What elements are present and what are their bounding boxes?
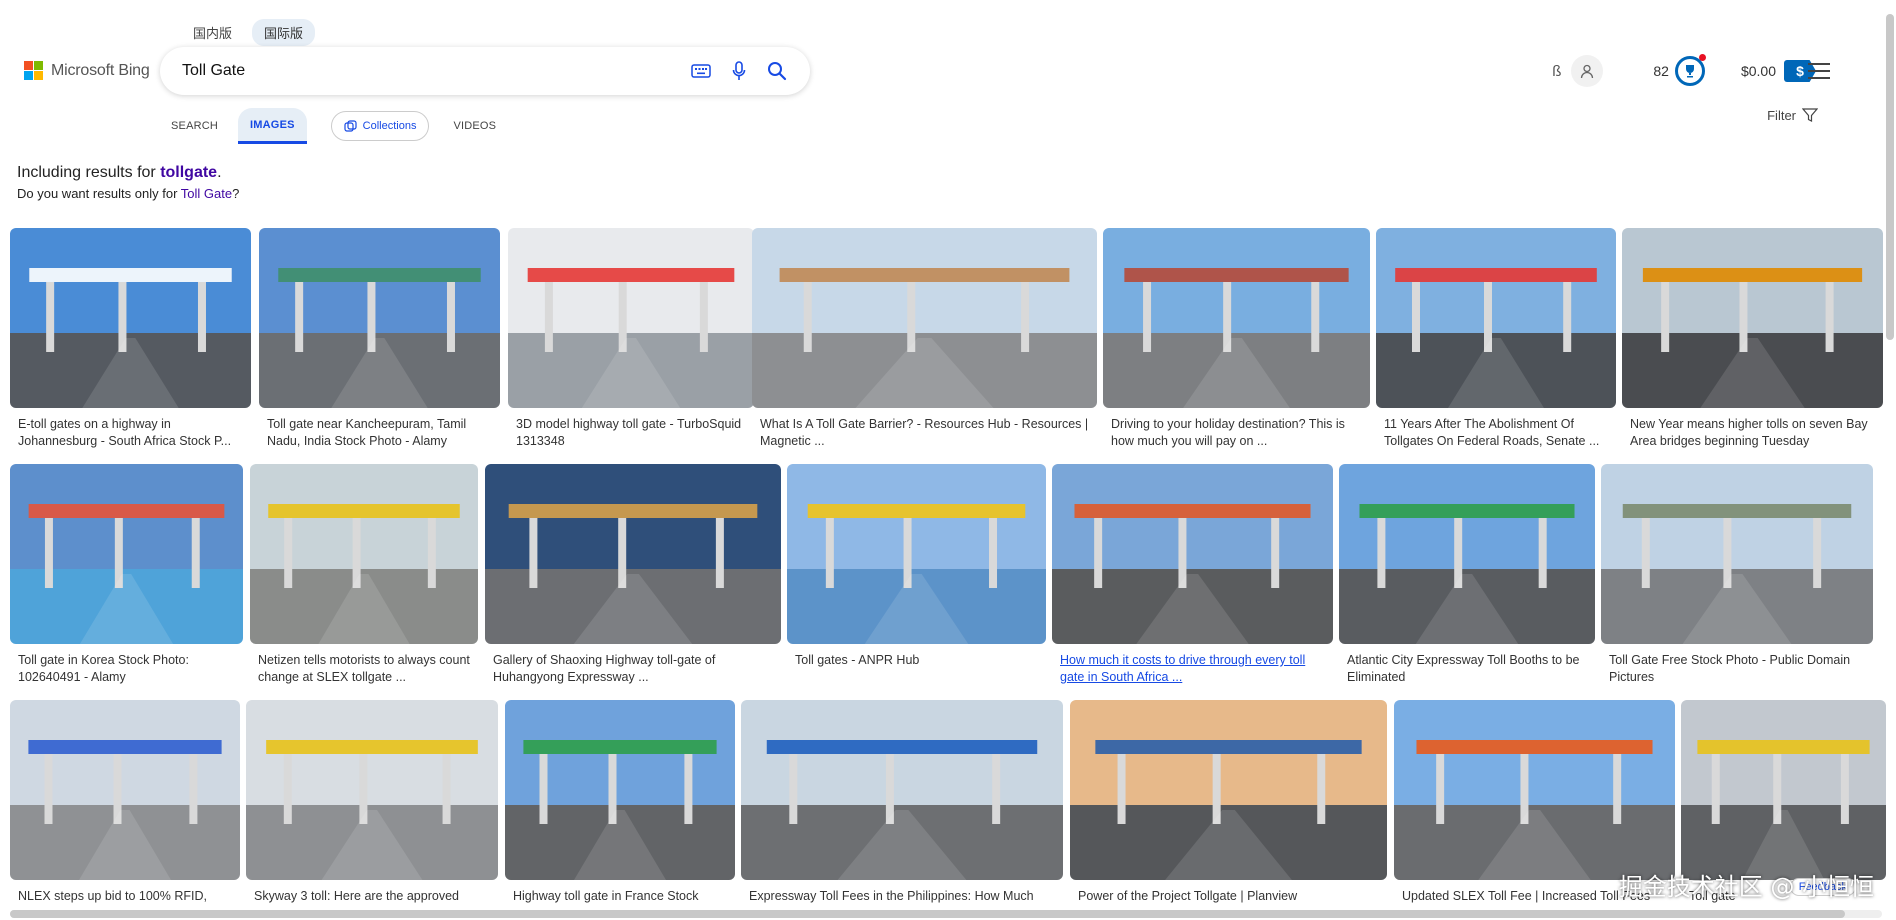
image-result-card[interactable]: Power of the Project Tollgate | Planview	[1070, 700, 1387, 920]
image-result-card[interactable]: 11 Years After The Abolishment Of Tollga…	[1376, 228, 1616, 450]
notice-question-mark: ?	[232, 186, 240, 201]
person-icon	[1581, 64, 1594, 79]
image-result-card[interactable]: NLEX steps up bid to 100% RFID,	[10, 700, 240, 920]
logo-text: Microsoft Bing	[51, 61, 150, 79]
result-thumbnail[interactable]	[741, 700, 1063, 880]
tab-collections[interactable]: Collections	[330, 111, 430, 141]
wallet-balance[interactable]: $0.00	[1741, 63, 1776, 79]
original-term-link[interactable]: Toll Gate	[181, 186, 232, 201]
result-caption[interactable]: Toll gate near Kancheepuram, Tamil Nadu,…	[259, 416, 500, 450]
result-thumbnail[interactable]	[10, 228, 251, 408]
result-caption[interactable]: Toll gate in Korea Stock Photo: 10264049…	[10, 652, 243, 686]
image-result-card[interactable]: How much it costs to drive through every…	[1052, 464, 1333, 686]
image-result-card[interactable]: Toll gate near Kancheepuram, Tamil Nadu,…	[259, 228, 500, 450]
tab-search[interactable]: SEARCH	[171, 108, 218, 144]
microsoft-logo-icon	[24, 61, 43, 80]
result-caption[interactable]: Toll Gate Free Stock Photo - Public Doma…	[1601, 652, 1873, 686]
result-thumbnail[interactable]	[1070, 700, 1387, 880]
spelling-notice: Including results for tollgate. Do you w…	[17, 164, 239, 201]
notice-punct: .	[217, 164, 222, 181]
bing-logo[interactable]: Microsoft Bing	[24, 61, 150, 80]
result-thumbnail[interactable]	[1601, 464, 1873, 644]
language-char-icon[interactable]: ß	[1552, 63, 1561, 80]
result-caption[interactable]: What Is A Toll Gate Barrier? - Resources…	[752, 416, 1097, 450]
result-thumbnail[interactable]	[505, 700, 735, 880]
result-caption[interactable]: Toll gates - ANPR Hub	[787, 652, 1046, 686]
filter-label: Filter	[1767, 107, 1796, 123]
keyboard-icon[interactable]	[682, 52, 720, 90]
notice-text: Including results for	[17, 164, 161, 181]
result-thumbnail[interactable]	[1103, 228, 1370, 408]
result-thumbnail[interactable]	[752, 228, 1097, 408]
collections-label: Collections	[362, 120, 417, 132]
image-result-card[interactable]: Highway toll gate in France Stock	[505, 700, 735, 920]
image-result-card[interactable]: What Is A Toll Gate Barrier? - Resources…	[752, 228, 1097, 450]
search-input[interactable]	[182, 56, 682, 86]
region-tab-domestic[interactable]: 国内版	[181, 19, 244, 46]
vertical-scrollbar[interactable]	[1886, 14, 1894, 340]
image-result-card[interactable]: New Year means higher tolls on seven Bay…	[1622, 228, 1883, 450]
image-result-card[interactable]: Skyway 3 toll: Here are the approved	[246, 700, 498, 920]
menu-icon[interactable]	[1808, 63, 1830, 84]
result-thumbnail[interactable]	[1376, 228, 1616, 408]
result-thumbnail[interactable]	[1339, 464, 1595, 644]
horizontal-scrollbar[interactable]	[10, 910, 1882, 918]
microphone-icon[interactable]	[720, 52, 758, 90]
result-caption[interactable]: 11 Years After The Abolishment Of Tollga…	[1376, 416, 1616, 450]
image-result-card[interactable]: Driving to your holiday destination? Thi…	[1103, 228, 1370, 450]
result-thumbnail[interactable]	[1394, 700, 1675, 880]
image-result-card[interactable]: 3D model highway toll gate - TurboSquid …	[508, 228, 754, 450]
result-thumbnail[interactable]	[1052, 464, 1333, 644]
header-actions: ß 82 $0.00 $	[1552, 54, 1816, 87]
result-thumbnail[interactable]	[787, 464, 1046, 644]
search-box	[160, 47, 810, 95]
result-caption[interactable]: How much it costs to drive through every…	[1052, 652, 1333, 686]
region-tabs: 国内版 国际版	[181, 19, 316, 46]
notice-question: Do you want results only for	[17, 186, 181, 201]
result-caption[interactable]: E-toll gates on a highway in Johannesbur…	[10, 416, 251, 450]
result-thumbnail[interactable]	[246, 700, 498, 880]
image-result-card[interactable]: Toll gates - ANPR Hub	[787, 464, 1046, 686]
result-thumbnail[interactable]	[259, 228, 500, 408]
image-result-card[interactable]: Toll Gate Free Stock Photo - Public Doma…	[1601, 464, 1873, 686]
result-caption[interactable]: Driving to your holiday destination? Thi…	[1103, 416, 1370, 450]
notification-dot	[1698, 54, 1706, 61]
result-thumbnail[interactable]	[1681, 700, 1886, 880]
rewards-trophy-icon[interactable]	[1674, 54, 1706, 86]
corrected-term-link[interactable]: tollgate	[160, 164, 217, 181]
image-result-card[interactable]: Netizen tells motorists to always count …	[250, 464, 478, 686]
filter-button[interactable]: Filter	[1767, 107, 1818, 123]
result-thumbnail[interactable]	[485, 464, 781, 644]
watermark: 掘金技术社区 @ 小恒恒	[1618, 873, 1874, 901]
image-result-card[interactable]: Atlantic City Expressway Toll Booths to …	[1339, 464, 1595, 686]
rewards-points[interactable]: 82	[1653, 63, 1669, 79]
image-result-card[interactable]: Gallery of Shaoxing Highway toll-gate of…	[485, 464, 781, 686]
result-thumbnail[interactable]	[1622, 228, 1883, 408]
image-result-card[interactable]: Expressway Toll Fees in the Philippines:…	[741, 700, 1063, 920]
profile-avatar[interactable]	[1571, 55, 1604, 87]
result-thumbnail[interactable]	[10, 464, 243, 644]
vertical-nav: SEARCH IMAGES Collections VIDEOS	[171, 108, 520, 144]
tab-videos[interactable]: VIDEOS	[453, 108, 496, 144]
filter-icon	[1802, 108, 1818, 122]
result-thumbnail[interactable]	[250, 464, 478, 644]
tab-images[interactable]: IMAGES	[238, 108, 307, 144]
result-thumbnail[interactable]	[508, 228, 754, 408]
result-caption[interactable]: 3D model highway toll gate - TurboSquid …	[508, 416, 754, 450]
image-result-card[interactable]: Toll gate in Korea Stock Photo: 10264049…	[10, 464, 243, 686]
image-result-card[interactable]: E-toll gates on a highway in Johannesbur…	[10, 228, 251, 450]
result-thumbnail[interactable]	[10, 700, 240, 880]
region-tab-international[interactable]: 国际版	[252, 19, 316, 46]
result-caption[interactable]: Netizen tells motorists to always count …	[250, 652, 478, 686]
result-caption[interactable]: Gallery of Shaoxing Highway toll-gate of…	[485, 652, 781, 686]
result-caption[interactable]: Atlantic City Expressway Toll Booths to …	[1339, 652, 1595, 686]
search-icon[interactable]	[758, 52, 796, 90]
collections-icon	[344, 119, 357, 132]
result-caption[interactable]: New Year means higher tolls on seven Bay…	[1622, 416, 1883, 450]
